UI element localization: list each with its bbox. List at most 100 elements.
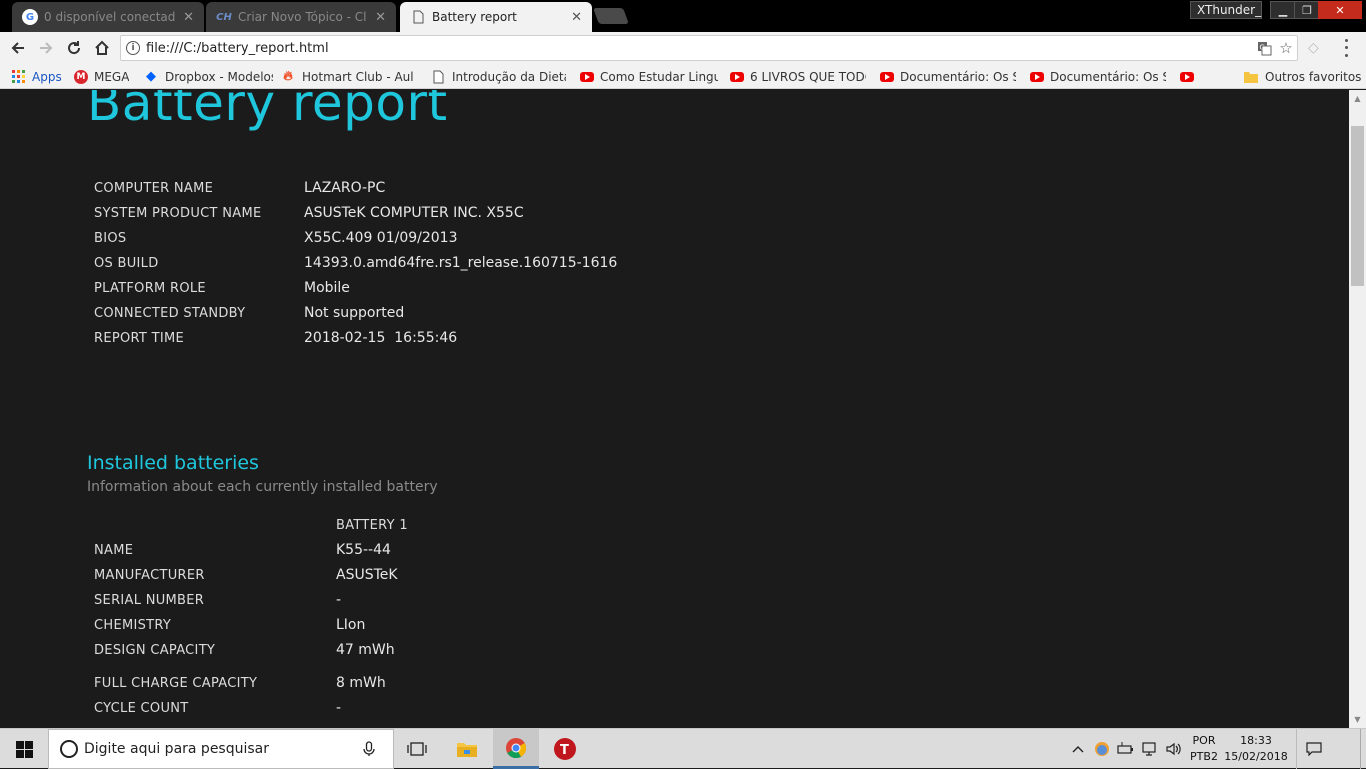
battery-label: DESIGN CAPACITY	[94, 643, 216, 658]
battery-column-header: BATTERY 1	[336, 518, 408, 533]
youtube-icon	[1030, 71, 1044, 82]
address-url[interactable]: file:///C:/battery_report.html	[146, 41, 1253, 56]
bookmark-hotmart[interactable]: 🔥︎ Hotmart Club - Aula	[280, 68, 414, 85]
info-value: Not supported	[304, 305, 405, 321]
bookmark-label: MEGA	[94, 69, 130, 84]
page-scrollbar[interactable]: ▲ ▼	[1349, 90, 1366, 728]
extension-icon[interactable]: ◇	[1308, 40, 1324, 56]
profile-button[interactable]: XThunder_	[1190, 1, 1262, 19]
chrome-taskbar-button[interactable]	[493, 729, 539, 769]
scroll-thumb[interactable]	[1351, 126, 1364, 286]
action-center-button[interactable]	[1296, 729, 1330, 769]
input-language-indicator[interactable]: POR PTB2	[1188, 733, 1220, 765]
hotmart-icon: 🔥︎	[283, 69, 293, 84]
search-placeholder: Digite aqui para pesquisar	[84, 741, 270, 757]
notification-icon	[1305, 742, 1322, 756]
home-button[interactable]	[90, 36, 114, 60]
battery-value: -	[336, 700, 342, 716]
microphone-icon[interactable]	[359, 739, 379, 759]
new-tab-button[interactable]	[593, 8, 629, 24]
show-hidden-icons-button[interactable]	[1068, 729, 1088, 769]
section-title: Installed batteries	[87, 452, 259, 474]
bookmark-mega[interactable]: M MEGA	[74, 68, 129, 85]
network-tray-icon[interactable]	[1138, 729, 1162, 769]
page-title: Battery report	[87, 90, 448, 132]
youtube-icon	[580, 71, 594, 82]
bookmark-dropbox[interactable]: ◆ Dropbox - Modelos	[143, 68, 273, 85]
address-bar[interactable]: i file:///C:/battery_report.html G ☆	[120, 35, 1298, 61]
taskbar-clock[interactable]: 18:33 15/02/2018	[1222, 733, 1290, 765]
battery-label: CYCLE COUNT	[94, 701, 189, 716]
minimize-button[interactable]: ▁	[1270, 1, 1296, 19]
browser-toolbar: i file:///C:/battery_report.html G ☆ ◇	[0, 32, 1366, 64]
chrome-icon	[506, 737, 527, 758]
bookmark-apps[interactable]: Apps	[10, 68, 62, 85]
mega-icon: M	[74, 69, 88, 84]
bookmark-label: Documentário: Os Se	[900, 69, 1016, 84]
bookmark-youtube-2[interactable]: 6 LIVROS QUE TODO	[730, 68, 866, 85]
browser-menu-icon[interactable]	[1338, 37, 1354, 59]
bookmark-star-icon[interactable]: ☆	[1275, 37, 1297, 59]
back-button[interactable]	[6, 36, 30, 60]
app-t-taskbar-button[interactable]: T	[542, 729, 588, 769]
bookmark-other-folder[interactable]: Outros favoritos	[1243, 68, 1361, 85]
tab-3[interactable]: Battery report ✕	[400, 2, 592, 32]
forward-button[interactable]	[34, 36, 58, 60]
info-label: OS BUILD	[94, 256, 159, 271]
scroll-down-arrow-icon[interactable]: ▼	[1349, 711, 1366, 728]
bookmark-youtube-3[interactable]: Documentário: Os Se	[880, 68, 1016, 85]
task-view-button[interactable]	[394, 729, 440, 769]
folder-icon	[1243, 69, 1259, 85]
close-icon[interactable]: ✕	[183, 10, 194, 25]
dropbox-icon: ◆	[146, 69, 156, 84]
battery-value: 47 mWh	[336, 642, 395, 658]
bookmark-label: Dropbox - Modelos	[165, 69, 273, 84]
bookmark-youtube-1[interactable]: Como Estudar Lingua	[580, 68, 718, 85]
info-icon[interactable]: i	[126, 41, 140, 55]
youtube-icon	[730, 71, 744, 82]
info-value: LAZARO-PC	[304, 180, 386, 196]
bookmarks-bar: Apps M MEGA ◆ Dropbox - Modelos 🔥︎ Hotma…	[0, 64, 1366, 89]
document-icon	[430, 69, 446, 85]
info-value: 2018-02-15 16:55:46	[304, 330, 458, 346]
keyboard-layout: PTB2	[1190, 750, 1218, 763]
home-icon	[95, 40, 109, 55]
weather-tray-icon[interactable]	[1090, 729, 1114, 769]
volume-tray-icon[interactable]	[1162, 729, 1186, 769]
restore-button[interactable]: ❐	[1294, 1, 1320, 19]
bookmark-label: Outros favoritos	[1265, 69, 1362, 84]
close-window-button[interactable]: ✕	[1318, 1, 1362, 19]
start-button[interactable]	[0, 729, 48, 769]
translate-icon[interactable]: G	[1253, 37, 1275, 59]
close-icon[interactable]: ✕	[571, 10, 582, 25]
info-label: PLATFORM ROLE	[94, 281, 206, 296]
bookmark-youtube-4[interactable]: Documentário: Os Se	[1030, 68, 1166, 85]
taskbar-search[interactable]: Digite aqui para pesquisar	[48, 729, 394, 769]
scroll-up-arrow-icon[interactable]: ▲	[1349, 90, 1366, 107]
page-icon	[410, 9, 426, 25]
bookmark-label: Hotmart Club - Aula	[302, 69, 414, 84]
info-value: X55C.409 01/09/2013	[304, 230, 458, 246]
forward-arrow-icon	[40, 42, 53, 54]
bookmark-label: Como Estudar Lingua	[600, 69, 718, 84]
battery-label: FULL CHARGE CAPACITY	[94, 676, 258, 691]
file-explorer-button[interactable]	[444, 729, 490, 769]
battery-tray-icon[interactable]	[1114, 729, 1138, 769]
tab-label: Battery report	[432, 10, 517, 24]
info-label: BIOS	[94, 231, 127, 246]
google-icon: G	[22, 9, 38, 25]
svg-text:G: G	[1259, 43, 1264, 51]
windows-logo-icon	[15, 740, 33, 758]
tab-2[interactable]: CH Criar Novo Tópico - Club ✕	[206, 2, 396, 32]
battery-label: MANUFACTURER	[94, 568, 205, 583]
bookmark-youtube-5[interactable]	[1180, 68, 1202, 85]
close-icon[interactable]: ✕	[375, 10, 386, 25]
battery-value: K55--44	[336, 542, 391, 558]
svg-text:T: T	[560, 743, 569, 758]
chevron-up-icon	[1072, 746, 1084, 753]
bookmark-dieta[interactable]: Introdução da Dieta C	[430, 68, 566, 85]
tab-1[interactable]: G 0 disponível conectada c ✕	[12, 2, 204, 32]
show-desktop-button[interactable]	[1360, 729, 1366, 769]
reload-button[interactable]	[62, 36, 86, 60]
battery-value: -	[336, 592, 342, 608]
